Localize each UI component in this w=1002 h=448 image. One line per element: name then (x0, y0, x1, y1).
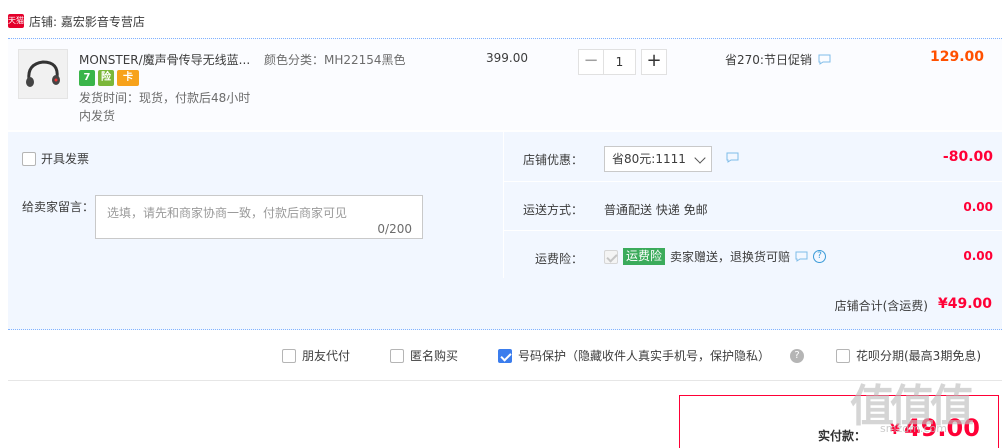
credit-card-icon: 卡 (117, 70, 139, 86)
ship-time: 发货时间：现货，付款后48小时内发货 (79, 91, 251, 123)
seven-day-return-icon: 7 (79, 70, 95, 86)
item-total: 129.00 (929, 49, 984, 65)
number-protect-label: 号码保护（隐藏收件人真实手机号，保护隐私） (518, 349, 771, 363)
order-details: 开具发票 给卖家留言： 选填，请先和商家协商一致，付款后商家可见 0/200 店… (8, 131, 1002, 279)
shipping-label: 运送方式： (522, 203, 583, 217)
message-char-count: 0/200 (377, 222, 412, 236)
insurance-text: 卖家赠送，退换货可赔 (670, 250, 791, 264)
insurance-label: 运费险： (534, 252, 583, 266)
promo-text: 省270:节日促销 (725, 53, 812, 67)
chat-icon[interactable] (818, 54, 831, 65)
pay-for-me-option[interactable]: 朋友代付 (282, 347, 350, 364)
coupon-row: 店铺优惠： 省80元:1111 -80.00 (504, 132, 1002, 180)
tmall-icon: 天猫 (8, 14, 24, 28)
installment-label: 花呗分期(最高3期免息) (856, 349, 981, 363)
chevron-down-icon (694, 152, 706, 164)
anonymous-checkbox[interactable] (390, 348, 404, 363)
chat-icon[interactable] (726, 152, 739, 163)
qty-plus-button[interactable]: + (641, 49, 667, 75)
sku-info: 颜色分类：MH22154黑色 (264, 53, 406, 67)
pay-for-me-checkbox[interactable] (282, 348, 296, 363)
insurance-checkbox (604, 249, 618, 264)
anonymous-option[interactable]: 匿名购买 (390, 347, 458, 364)
price-summary: 店铺优惠： 省80元:1111 -80.00 运送方式： 普通配送 快递 免邮 … (503, 132, 1002, 279)
invoice-label: 开具发票 (41, 152, 90, 166)
coupon-label: 店铺优惠： (522, 153, 583, 167)
shipping-row: 运送方式： 普通配送 快递 免邮 0.00 (504, 181, 1002, 229)
anonymous-label: 匿名购买 (410, 349, 459, 363)
checkout-options: 朋友代付 匿名购买 号码保护（隐藏收件人真实手机号，保护隐私） ? 花呗分期(最… (0, 344, 1002, 368)
number-protect-option[interactable]: 号码保护（隐藏收件人真实手机号，保护隐私） ? (498, 347, 805, 364)
promo-info: 省270:节日促销 (725, 51, 831, 68)
qty-input[interactable]: 1 (604, 49, 636, 75)
item-row: MONSTER/魔声骨传导无线蓝... 7 险 卡 发货时间：现货，付款后48小… (8, 38, 1002, 130)
message-textarea[interactable]: 选填，请先和商家协商一致，付款后商家可见 0/200 (95, 195, 423, 239)
coupon-amount: -80.00 (942, 149, 993, 165)
shop-header: 天猫 店铺: 嘉宏影音专营店 (8, 12, 145, 30)
message-placeholder: 选填，请先和商家协商一致，付款后商家可见 (107, 206, 348, 220)
headphone-icon (19, 50, 67, 98)
chat-icon[interactable] (795, 251, 808, 262)
quantity-stepper: − 1 + (578, 49, 667, 75)
insurance-row: 运费险： 运费险 卖家赠送，退换货可赔 ? 0.00 (504, 230, 1002, 278)
shipping-amount: 0.00 (963, 200, 993, 214)
insurance-info: 运费险 卖家赠送，退换货可赔 ? (604, 248, 827, 265)
unit-price: 399.00 (486, 51, 528, 65)
shop-name[interactable]: 店铺: 嘉宏影音专营店 (29, 13, 145, 30)
insurance-icon: 险 (98, 70, 114, 86)
watermark-site: smzdm.com (880, 422, 947, 435)
shop-total-row: 店铺合计(含运费) ¥49.00 (8, 278, 1002, 330)
pay-for-me-label: 朋友代付 (302, 349, 351, 363)
installment-option[interactable]: 花呗分期(最高3期免息) (836, 347, 981, 364)
help-icon[interactable]: ? (813, 250, 827, 263)
product-thumbnail[interactable] (18, 49, 68, 99)
number-protect-checkbox[interactable] (498, 348, 512, 363)
service-badges: 7 险 卡 (79, 70, 139, 86)
order-options: 开具发票 给卖家留言： 选填，请先和商家协商一致，付款后商家可见 0/200 (8, 132, 503, 279)
shop-total-value: ¥49.00 (937, 296, 992, 312)
help-icon[interactable]: ? (790, 348, 805, 363)
qty-minus-button[interactable]: − (578, 49, 604, 75)
shop-total-label: 店铺合计(含运费) (834, 299, 928, 313)
insurance-tag: 运费险 (623, 248, 666, 265)
invoice-option[interactable]: 开具发票 (22, 150, 89, 167)
message-label: 给卖家留言： (22, 200, 95, 214)
coupon-selected-value: 省80元:1111 (612, 152, 686, 166)
installment-checkbox[interactable] (836, 348, 850, 363)
item-title[interactable]: MONSTER/魔声骨传导无线蓝... (79, 51, 259, 68)
invoice-checkbox[interactable] (22, 151, 36, 166)
coupon-select[interactable]: 省80元:1111 (604, 146, 712, 172)
insurance-amount: 0.00 (963, 249, 993, 263)
shipping-method: 普通配送 快递 免邮 (604, 203, 708, 217)
